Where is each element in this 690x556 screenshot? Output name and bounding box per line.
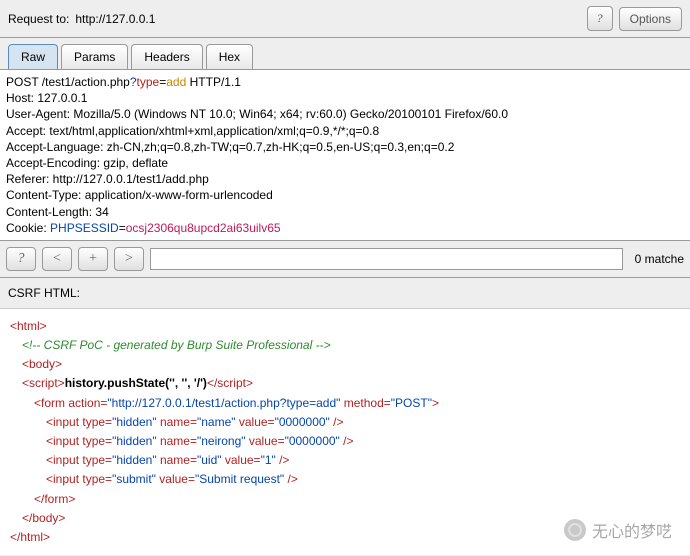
poc-html-open: <html>: [10, 317, 680, 336]
header-referer: Referer: http://127.0.0.1/test1/add.php: [6, 171, 684, 187]
header-accept-encoding: Accept-Encoding: gzip, deflate: [6, 155, 684, 171]
request-tabs: Raw Params Headers Hex: [0, 38, 690, 70]
request-to-label: Request to:: [8, 12, 69, 26]
poc-comment: <!-- CSRF PoC - generated by Burp Suite …: [10, 336, 680, 355]
watermark: 无心的梦呓: [564, 518, 672, 542]
header-user-agent: User-Agent: Mozilla/5.0 (Windows NT 10.0…: [6, 106, 684, 122]
watermark-text: 无心的梦呓: [592, 518, 672, 542]
header-content-type: Content-Type: application/x-www-form-url…: [6, 187, 684, 203]
header-cookie: Cookie: PHPSESSID=ocsj2306qu8upcd2ai63ui…: [6, 220, 684, 236]
header-content-length: Content-Length: 34: [6, 204, 684, 220]
search-add-button[interactable]: +: [78, 247, 108, 271]
search-matches-label: 0 matche: [629, 252, 684, 266]
tab-hex[interactable]: Hex: [206, 44, 253, 69]
header-accept: Accept: text/html,application/xhtml+xml,…: [6, 123, 684, 139]
poc-body-open: <body>: [10, 355, 680, 374]
tab-raw[interactable]: Raw: [8, 44, 58, 69]
raw-request-body[interactable]: POST /test1/action.php?type=add HTTP/1.1…: [0, 70, 690, 241]
tab-headers[interactable]: Headers: [131, 44, 202, 69]
header-host: Host: 127.0.0.1: [6, 90, 684, 106]
poc-input-submit: <input type="submit" value="Submit reque…: [10, 470, 680, 489]
poc-input-uid: <input type="hidden" name="uid" value="1…: [10, 451, 680, 470]
poc-input-neirong: <input type="hidden" name="neirong" valu…: [10, 432, 680, 451]
search-prev-button[interactable]: <: [42, 247, 72, 271]
csrf-html-label: CSRF HTML:: [0, 278, 690, 309]
request-header-bar: Request to: http://127.0.0.1 ? Options: [0, 0, 690, 38]
tab-params[interactable]: Params: [61, 44, 128, 69]
poc-input-name: <input type="hidden" name="name" value="…: [10, 413, 680, 432]
options-button[interactable]: Options: [619, 7, 682, 31]
search-bar: ? < + > 0 matche: [0, 241, 690, 278]
search-input[interactable]: [150, 248, 623, 270]
help-button[interactable]: ?: [587, 6, 613, 31]
poc-form-close: </form>: [10, 490, 680, 509]
poc-form-open: <form action="http://127.0.0.1/test1/act…: [10, 394, 680, 413]
request-line: POST /test1/action.php?type=add HTTP/1.1: [6, 74, 684, 90]
poc-script-line: <script>history.pushState('', '', '/')</…: [10, 374, 680, 393]
header-accept-language: Accept-Language: zh-CN,zh;q=0.8,zh-TW;q=…: [6, 139, 684, 155]
search-help-button[interactable]: ?: [6, 247, 36, 271]
search-next-button[interactable]: >: [114, 247, 144, 271]
request-url: http://127.0.0.1: [75, 12, 580, 26]
watermark-icon: [564, 519, 586, 541]
